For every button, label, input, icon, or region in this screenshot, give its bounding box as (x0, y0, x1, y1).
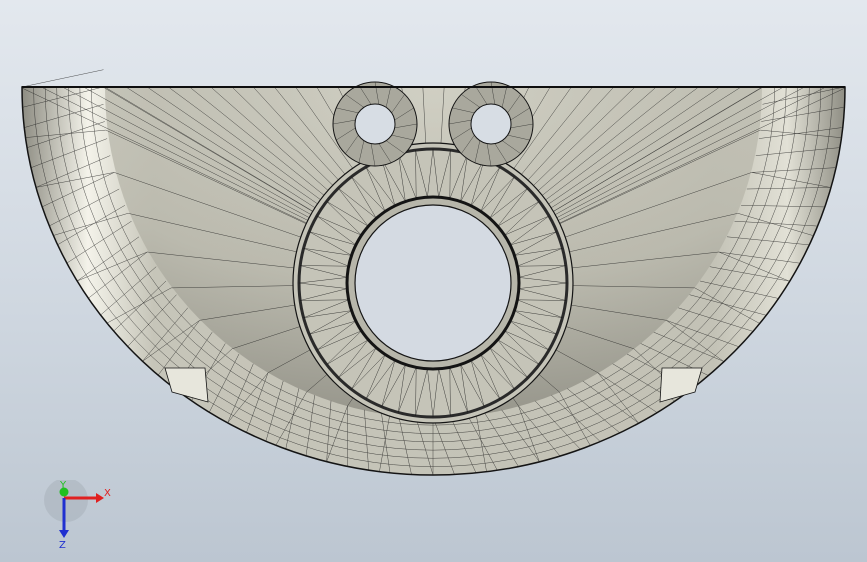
small-hole-right[interactable] (470, 103, 512, 145)
small-hole-left[interactable] (354, 103, 396, 145)
z-axis-head (59, 530, 69, 538)
z-axis-label: Z (59, 540, 66, 550)
center-hole[interactable] (354, 204, 512, 362)
meshed-part-model[interactable] (0, 0, 867, 562)
graphics-viewport[interactable]: X Y Z (0, 0, 867, 562)
axis-triad[interactable]: X Y Z (44, 480, 114, 550)
x-axis-label: X (104, 488, 111, 499)
x-axis-head (96, 493, 104, 503)
y-axis-label: Y (59, 480, 67, 491)
